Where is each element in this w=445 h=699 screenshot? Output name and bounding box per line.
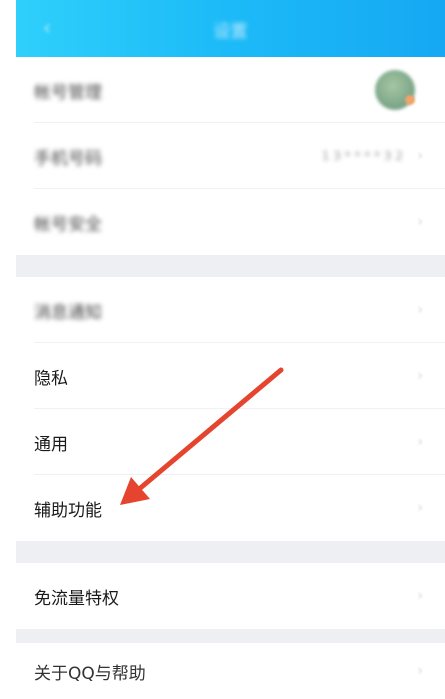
account-group: 帐号管理 手机号码 1 3 * * * * 3 2 › 帐号安全 ›: [16, 57, 445, 255]
page-title: 设置: [213, 22, 248, 42]
list-item-label: 关于QQ与帮助: [34, 663, 146, 684]
list-item-about[interactable]: 关于QQ与帮助 ›: [16, 643, 445, 699]
list-item-label: 免流量特权: [34, 588, 119, 609]
list-item-label: 通用: [34, 434, 68, 455]
list-item-privacy[interactable]: 隐私 ›: [16, 343, 445, 409]
list-item-label: 手机号码: [34, 148, 102, 169]
section-gap: [16, 541, 445, 563]
data-free-group: 免流量特权 ›: [16, 563, 445, 629]
chevron-right-icon: ›: [417, 368, 423, 384]
chevron-right-icon: ›: [417, 500, 423, 516]
chevron-right-icon: ›: [417, 302, 423, 318]
left-edge: [0, 0, 16, 699]
list-item-data-free[interactable]: 免流量特权 ›: [16, 563, 445, 629]
avatar-badge: [405, 95, 415, 105]
list-item-phone-number[interactable]: 手机号码 1 3 * * * * 3 2 ›: [16, 123, 445, 189]
list-item-notifications[interactable]: 消息通知 ›: [16, 277, 445, 343]
title-bar: ‹ 设置: [16, 0, 445, 57]
settings-screen: ‹ 设置 帐号管理 手机号码 1 3 * * * * 3 2 › 帐号安全 › …: [0, 0, 445, 699]
chevron-right-icon: ›: [417, 214, 423, 230]
chevron-right-icon: ›: [417, 663, 423, 679]
list-item-label: 辅助功能: [34, 500, 102, 521]
about-group: 关于QQ与帮助 ›: [16, 643, 445, 699]
section-gap: [16, 629, 445, 643]
list-item-label: 消息通知: [34, 302, 102, 323]
list-item-label: 帐号管理: [34, 82, 102, 103]
list-item-label: 帐号安全: [34, 214, 102, 235]
phone-value: 1 3 * * * * 3 2: [321, 149, 403, 163]
chevron-right-icon: ›: [417, 148, 423, 164]
list-item-account-management[interactable]: 帐号管理: [16, 57, 445, 123]
list-item-label: 隐私: [34, 368, 68, 389]
list-item-accessibility[interactable]: 辅助功能 ›: [16, 475, 445, 541]
chevron-right-icon: ›: [417, 588, 423, 604]
section-gap: [16, 255, 445, 277]
list-item-general[interactable]: 通用 ›: [16, 409, 445, 475]
list-item-account-security[interactable]: 帐号安全 ›: [16, 189, 445, 255]
chevron-right-icon: ›: [417, 434, 423, 450]
general-group: 消息通知 › 隐私 › 通用 › 辅助功能 ›: [16, 277, 445, 541]
